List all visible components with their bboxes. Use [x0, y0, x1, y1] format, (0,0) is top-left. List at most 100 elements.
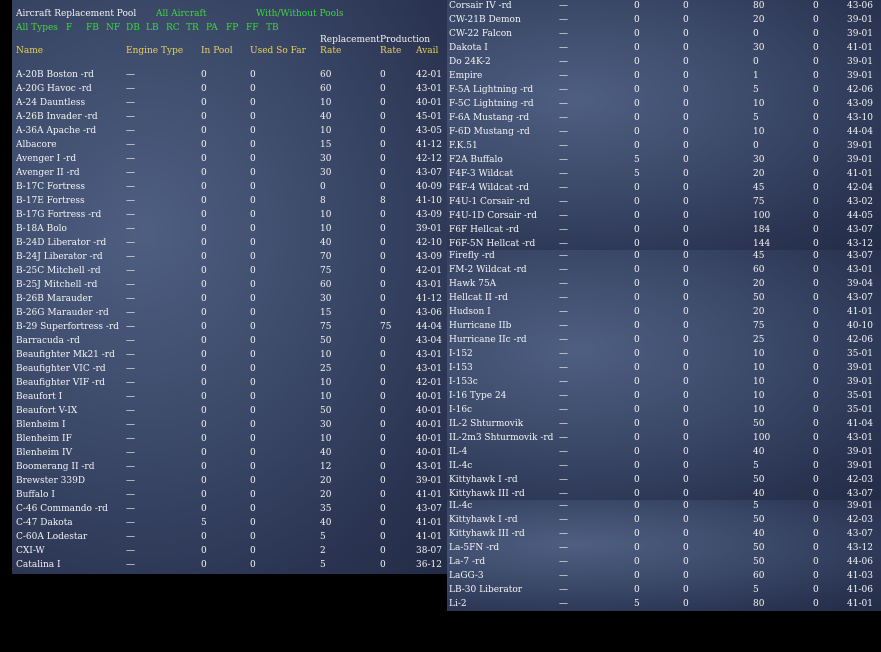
aircraft-row[interactable]: B-25J Mitchell -rd — 0 0 60 0 43-01	[12, 278, 448, 292]
aircraft-row[interactable]: Kittyhawk III -rd — 0 0 40 0 43-07	[447, 487, 881, 500]
aircraft-row[interactable]: Empire — 0 0 1 0 39-01	[447, 69, 881, 83]
col-rep-header[interactable]: Rate	[320, 44, 341, 58]
aircraft-row[interactable]: I-153c — 0 0 10 0 39-01	[447, 375, 881, 389]
aircraft-row[interactable]: A-20B Boston -rd — 0 0 60 0 42-01	[12, 68, 448, 82]
aircraft-row[interactable]: Hurricane IIc -rd — 0 0 25 0 42-06	[447, 333, 881, 347]
cell-engine: —	[126, 336, 135, 346]
cell-prod: 0	[813, 599, 819, 609]
aircraft-row[interactable]: F-5A Lightning -rd — 0 0 5 0 42-06	[447, 83, 881, 97]
aircraft-row[interactable]: Blenheim IV — 0 0 40 0 40-01	[12, 446, 448, 460]
col-used-header[interactable]: Used So Far	[250, 44, 306, 58]
aircraft-row[interactable]: Hurricane IIb — 0 0 75 0 40-10	[447, 319, 881, 333]
aircraft-row[interactable]: Dakota I — 0 0 30 0 41-01	[447, 41, 881, 55]
aircraft-row[interactable]: Hellcat II -rd — 0 0 50 0 43-07	[447, 291, 881, 305]
aircraft-row[interactable]: Beaufighter VIC -rd — 0 0 25 0 43-01	[12, 362, 448, 376]
aircraft-row[interactable]: Beaufort V-IX — 0 0 50 0 40-01	[12, 404, 448, 418]
aircraft-row[interactable]: C-46 Commando -rd — 0 0 35 0 43-07	[12, 502, 448, 516]
with-without-pools-link[interactable]: With/Without Pools	[256, 7, 344, 21]
aircraft-row[interactable]: B-24J Liberator -rd — 0 0 70 0 43-09	[12, 250, 448, 264]
cell-name: Buffalo I	[16, 490, 55, 500]
cell-rep: 20	[320, 490, 332, 500]
aircraft-row[interactable]: A-24 Dauntless — 0 0 10 0 40-01	[12, 96, 448, 110]
aircraft-row[interactable]: F-6A Mustang -rd — 0 0 5 0 43-10	[447, 111, 881, 125]
aircraft-row[interactable]: IL-4c — 0 0 5 0 39-01	[447, 459, 881, 473]
aircraft-row[interactable]: Buffalo I — 0 0 20 0 41-01	[12, 488, 448, 502]
cell-name: I-16c	[449, 405, 473, 415]
aircraft-row[interactable]: Corsair IV -rd — 0 0 80 0 43-06	[447, 0, 881, 13]
aircraft-row[interactable]: F4F-4 Wildcat -rd — 0 0 45 0 42-04	[447, 181, 881, 195]
col-prod-header[interactable]: Rate	[380, 44, 401, 58]
aircraft-row[interactable]: F4U-1 Corsair -rd — 0 0 75 0 43-02	[447, 195, 881, 209]
aircraft-row[interactable]: IL-4 — 0 0 40 0 39-01	[447, 445, 881, 459]
right-pool-panel-bottom: IL-4c —0 0 5 0 39-01 Kittyhawk I -rd —0 0 50 0 42-0…	[447, 500, 881, 611]
aircraft-row[interactable]: FM-2 Wildcat -rd — 0 0 60 0 43-01	[447, 263, 881, 277]
aircraft-row[interactable]: Kittyhawk III -rd — 0 0 40 0 43-07	[447, 527, 881, 541]
aircraft-row[interactable]: Do 24K-2 — 0 0 0 0 39-01	[447, 55, 881, 69]
aircraft-row[interactable]: F4U-1D Corsair -rd — 0 0 100 0 44-05	[447, 209, 881, 223]
aircraft-row[interactable]: I-152 — 0 0 10 0 35-01	[447, 347, 881, 361]
aircraft-row[interactable]: Avenger I -rd — 0 0 30 0 42-12	[12, 152, 448, 166]
aircraft-row[interactable]: C-60A Lodestar — 0 0 5 0 41-01	[12, 530, 448, 544]
aircraft-row[interactable]: CW-22 Falcon — 0 0 0 0 39-01	[447, 27, 881, 41]
aircraft-row[interactable]: Barracuda -rd — 0 0 50 0 43-04	[12, 334, 448, 348]
aircraft-row[interactable]: B-25C Mitchell -rd — 0 0 75 0 42-01	[12, 264, 448, 278]
aircraft-row[interactable]: B-17C Fortress — 0 0 0 0 40-09	[12, 180, 448, 194]
aircraft-row[interactable]: Brewster 339D — 0 0 20 0 39-01	[12, 474, 448, 488]
aircraft-row[interactable]: Catalina I — 0 0 5 0 36-12	[12, 558, 448, 572]
aircraft-row[interactable]: CXI-W — 0 0 2 0 38-07	[12, 544, 448, 558]
aircraft-row[interactable]: F.K.51 — 0 0 0 0 39-01	[447, 139, 881, 153]
aircraft-row[interactable]: Hawk 75A — 0 0 20 0 39-04	[447, 277, 881, 291]
aircraft-row[interactable]: Firefly -rd — 0 0 45 0 43-07	[447, 250, 881, 263]
aircraft-row[interactable]: Beaufighter Mk21 -rd — 0 0 10 0 43-01	[12, 348, 448, 362]
aircraft-row[interactable]: F-6D Mustang -rd — 0 0 10 0 44-04	[447, 125, 881, 139]
cell-avail: 43-01	[416, 462, 442, 472]
col-avail-header[interactable]: Avail	[416, 44, 438, 58]
aircraft-row[interactable]: I-153 — 0 0 10 0 39-01	[447, 361, 881, 375]
cell-rep: 45	[753, 251, 765, 261]
aircraft-row[interactable]: B-17G Fortress -rd — 0 0 10 0 43-09	[12, 208, 448, 222]
aircraft-row[interactable]: B-26B Marauder — 0 0 30 0 41-12	[12, 292, 448, 306]
aircraft-row[interactable]: Kittyhawk I -rd — 0 0 50 0 42-03	[447, 513, 881, 527]
aircraft-row[interactable]: IL-4c — 0 0 5 0 39-01	[447, 500, 881, 513]
aircraft-row[interactable]: LB-30 Liberator — 0 0 5 0 41-06	[447, 583, 881, 597]
aircraft-row[interactable]: C-47 Dakota — 5 0 40 0 41-01	[12, 516, 448, 530]
aircraft-row[interactable]: F6F-5N Hellcat -rd — 0 0 144 0 43-12	[447, 237, 881, 250]
aircraft-row[interactable]: F4F-3 Wildcat — 5 0 20 0 41-01	[447, 167, 881, 181]
aircraft-row[interactable]: IL-2m3 Shturmovik -rd — 0 0 100 0 43-01	[447, 431, 881, 445]
col-pool-header[interactable]: In Pool	[201, 44, 233, 58]
cell-prod: 0	[813, 251, 819, 261]
aircraft-row[interactable]: IL-2 Shturmovik — 0 0 50 0 41-04	[447, 417, 881, 431]
aircraft-row[interactable]: Beaufort I — 0 0 10 0 40-01	[12, 390, 448, 404]
col-name-header[interactable]: Name	[16, 44, 43, 58]
col-engine-header[interactable]: Engine Type	[126, 44, 183, 58]
aircraft-row[interactable]: Blenheim I — 0 0 30 0 40-01	[12, 418, 448, 432]
aircraft-row[interactable]: Kittyhawk I -rd — 0 0 50 0 42-03	[447, 473, 881, 487]
all-aircraft-link[interactable]: All Aircraft	[156, 7, 206, 21]
aircraft-row[interactable]: B-24D Liberator -rd — 0 0 40 0 42-10	[12, 236, 448, 250]
aircraft-row[interactable]: I-16 Type 24 — 0 0 10 0 35-01	[447, 389, 881, 403]
aircraft-row[interactable]: Hudson I — 0 0 20 0 41-01	[447, 305, 881, 319]
aircraft-row[interactable]: Avenger II -rd — 0 0 30 0 43-07	[12, 166, 448, 180]
aircraft-row[interactable]: B-26G Marauder -rd — 0 0 15 0 43-06	[12, 306, 448, 320]
aircraft-row[interactable]: B-17E Fortress — 0 0 8 8 41-10	[12, 194, 448, 208]
aircraft-row[interactable]: F-5C Lightning -rd — 0 0 10 0 43-09	[447, 97, 881, 111]
aircraft-row[interactable]: A-26B Invader -rd — 0 0 40 0 45-01	[12, 110, 448, 124]
aircraft-row[interactable]: A-20G Havoc -rd — 0 0 60 0 43-01	[12, 82, 448, 96]
aircraft-row[interactable]: Boomerang II -rd — 0 0 12 0 43-01	[12, 460, 448, 474]
cell-prod: 0	[813, 265, 819, 275]
aircraft-row[interactable]: F6F Hellcat -rd — 0 0 184 0 43-07	[447, 223, 881, 237]
aircraft-row[interactable]: I-16c — 0 0 10 0 35-01	[447, 403, 881, 417]
aircraft-row[interactable]: La-5FN -rd — 0 0 50 0 43-12	[447, 541, 881, 555]
aircraft-row[interactable]: CW-21B Demon — 0 0 20 0 39-01	[447, 13, 881, 27]
aircraft-row[interactable]: LaGG-3 — 0 0 60 0 41-03	[447, 569, 881, 583]
aircraft-row[interactable]: B-29 Superfortress -rd — 0 0 75 75 44-04	[12, 320, 448, 334]
aircraft-row[interactable]: F2A Buffalo — 5 0 30 0 39-01	[447, 153, 881, 167]
aircraft-row[interactable]: La-7 -rd — 0 0 50 0 44-06	[447, 555, 881, 569]
cell-avail: 43-01	[416, 84, 442, 94]
aircraft-row[interactable]: Albacore — 0 0 15 0 41-12	[12, 138, 448, 152]
aircraft-row[interactable]: Blenheim IF — 0 0 10 0 40-01	[12, 432, 448, 446]
aircraft-row[interactable]: A-36A Apache -rd — 0 0 10 0 43-05	[12, 124, 448, 138]
aircraft-row[interactable]: B-18A Bolo — 0 0 10 0 39-01	[12, 222, 448, 236]
aircraft-row[interactable]: Li-2 — 5 0 80 0 41-01	[447, 597, 881, 611]
aircraft-row[interactable]: Beaufighter VIF -rd — 0 0 10 0 42-01	[12, 376, 448, 390]
